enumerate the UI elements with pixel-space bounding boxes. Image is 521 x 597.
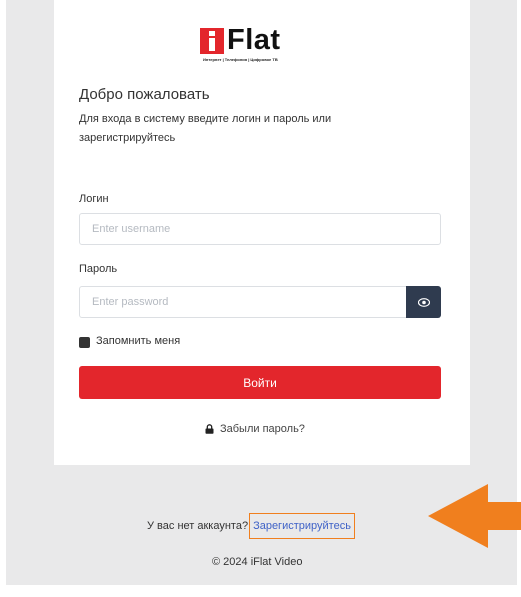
register-prompt: У вас нет аккаунта? Зарегистрируйтесь [147,513,355,539]
remember-me-label: Запомнить меня [96,335,181,347]
eye-icon [417,297,430,307]
logo-i-mark [200,28,224,54]
arrow-left-icon [428,484,521,548]
lock-icon [205,424,214,434]
login-button[interactable]: Войти [79,366,441,399]
welcome-subtitle: Для входа в систему введите логин и паро… [79,113,332,144]
forgot-password-link[interactable]: Забыли пароль? [205,423,305,435]
username-input[interactable]: Enter username [79,213,441,245]
password-label: Пароль [79,263,118,275]
logo-text: Flat [227,24,281,56]
no-account-text: У вас нет аккаунта? [147,520,249,532]
logo-tagline: Интернет | Телефония | Цифровое ТВ [203,57,278,62]
welcome-title: Добро пожаловать [79,86,210,103]
register-link[interactable]: Зарегистрируйтесь [249,513,355,539]
forgot-password-label: Забыли пароль? [220,423,305,435]
show-password-button[interactable] [406,286,441,318]
login-label: Логин [79,193,109,205]
password-placeholder: Enter password [92,296,169,308]
password-input[interactable]: Enter password [79,286,407,318]
remember-me-checkbox[interactable] [79,337,90,348]
username-placeholder: Enter username [92,223,171,235]
iflat-logo: Flat Интернет | Телефония | Цифровое ТВ [200,24,320,62]
copyright-text: © 2024 iFlat Video [212,556,303,568]
